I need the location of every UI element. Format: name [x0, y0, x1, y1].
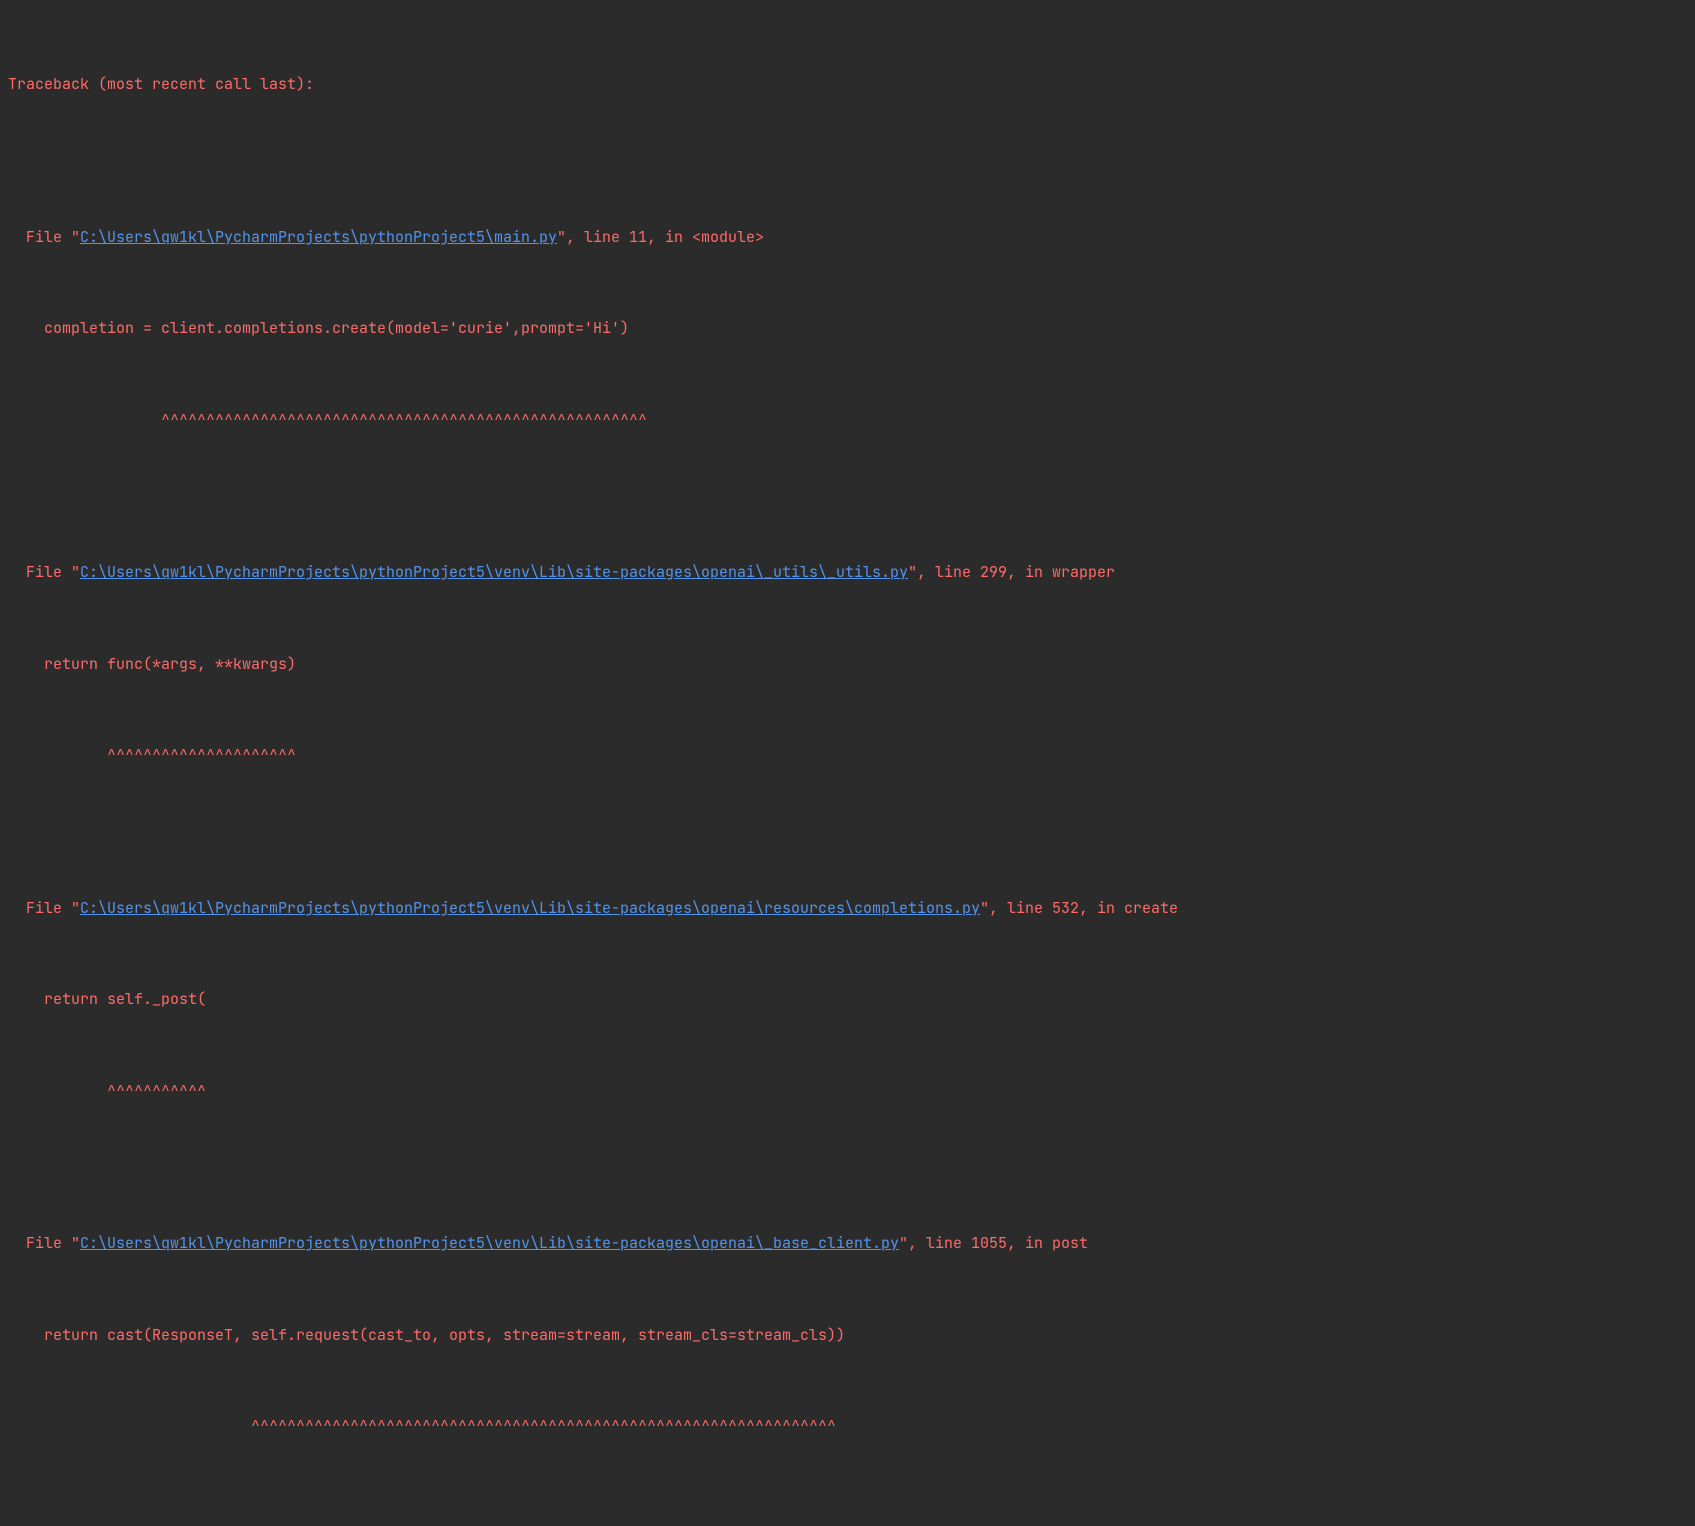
file-path-link[interactable]: C:\Users\qw1kl\PycharmProjects\pythonPro…	[80, 898, 980, 918]
file-suffix: ", line 1055, in post	[899, 1233, 1088, 1253]
frame-carets: ^^^^^^^^^^^^^^^^^^^^^^^^^^^^^^^^^^^^^^^^…	[8, 1411, 1687, 1442]
file-prefix: File "	[8, 1233, 80, 1253]
frame-file-line: File "C:\Users\qw1kl\PycharmProjects\pyt…	[8, 1228, 1687, 1259]
file-path-link[interactable]: C:\Users\qw1kl\PycharmProjects\pythonPro…	[80, 562, 908, 582]
console-output[interactable]: Traceback (most recent call last): File …	[0, 0, 1695, 1526]
file-suffix: ", line 11, in <module>	[557, 227, 764, 247]
frame-carets: ^^^^^^^^^^^	[8, 1076, 1687, 1107]
frame-code: return func(*args, **kwargs)	[8, 649, 1687, 680]
traceback-header: Traceback (most recent call last):	[8, 69, 1687, 100]
file-prefix: File "	[8, 562, 80, 582]
frame-code: return self._post(	[8, 984, 1687, 1015]
file-prefix: File "	[8, 227, 80, 247]
file-prefix: File "	[8, 898, 80, 918]
frame-carets: ^^^^^^^^^^^^^^^^^^^^^^^^^^^^^^^^^^^^^^^^…	[8, 405, 1687, 436]
file-path-link[interactable]: C:\Users\qw1kl\PycharmProjects\pythonPro…	[80, 227, 557, 247]
file-path-link[interactable]: C:\Users\qw1kl\PycharmProjects\pythonPro…	[80, 1233, 899, 1253]
frame-file-line: File "C:\Users\qw1kl\PycharmProjects\pyt…	[8, 893, 1687, 924]
file-suffix: ", line 532, in create	[980, 898, 1178, 918]
frame-code: return cast(ResponseT, self.request(cast…	[8, 1320, 1687, 1351]
frame-carets: ^^^^^^^^^^^^^^^^^^^^^	[8, 740, 1687, 771]
frame-file-line: File "C:\Users\qw1kl\PycharmProjects\pyt…	[8, 557, 1687, 588]
frame-code: completion = client.completions.create(m…	[8, 313, 1687, 344]
file-suffix: ", line 299, in wrapper	[908, 562, 1115, 582]
frame-file-line: File "C:\Users\qw1kl\PycharmProjects\pyt…	[8, 222, 1687, 253]
